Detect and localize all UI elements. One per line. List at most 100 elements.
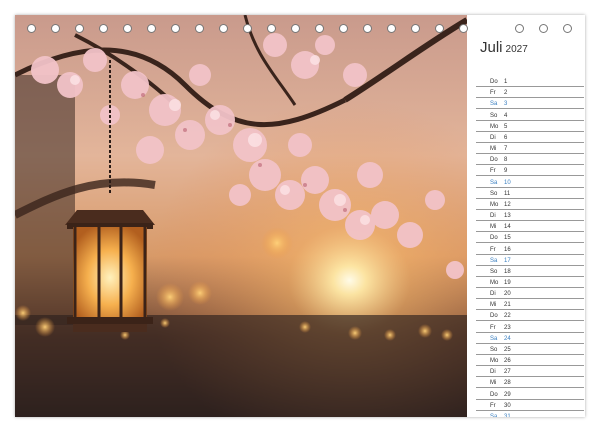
day-number: 13 xyxy=(504,213,511,220)
day-number: 17 xyxy=(504,257,511,264)
weekday-label: So xyxy=(490,190,498,197)
day-number: 6 xyxy=(504,134,508,141)
binding-ring xyxy=(99,24,108,33)
month-name: Juli xyxy=(480,39,503,56)
day-number: 23 xyxy=(504,324,511,331)
day-row: Mo 12 xyxy=(476,199,584,210)
binding-ring xyxy=(411,24,420,33)
day-row: So 25 xyxy=(476,344,584,355)
day-number: 10 xyxy=(504,179,511,186)
day-number: 5 xyxy=(504,123,508,130)
weekday-label: So xyxy=(490,346,498,353)
binding-ring xyxy=(563,24,572,33)
day-row: Sa 31 xyxy=(476,411,584,417)
day-row: Sa 3 xyxy=(476,98,584,110)
day-list: Do 1 Fr 2 Sa 3 So 4 Mo 5 Di 6 Mi 7 Do 8 Fr 9 Sa 10 So 11 Mo 12 D… xyxy=(476,76,584,417)
binding-ring xyxy=(75,24,84,33)
weekday-label: Sa xyxy=(490,335,498,342)
day-row: So 4 xyxy=(476,109,584,121)
weekday-label: So xyxy=(490,112,498,119)
weekday-label: Di xyxy=(490,213,496,220)
weekday-label: Sa xyxy=(490,413,498,417)
weekday-label: Do xyxy=(490,235,498,242)
day-number: 2 xyxy=(504,90,508,97)
weekday-label: Mi xyxy=(490,224,497,231)
weekday-label: Sa xyxy=(490,179,498,186)
binding-ring xyxy=(195,24,204,33)
day-number: 24 xyxy=(504,335,511,342)
weekday-label: Mo xyxy=(490,358,499,365)
weekday-label: Di xyxy=(490,291,496,298)
day-number: 31 xyxy=(504,413,511,417)
day-number: 9 xyxy=(504,168,508,175)
day-number: 1 xyxy=(504,79,508,86)
day-row: Sa 10 xyxy=(476,176,584,188)
day-row: Fr 16 xyxy=(476,243,584,255)
weekday-label: Fr xyxy=(490,246,496,253)
binding-ring xyxy=(315,24,324,33)
binding-ring xyxy=(171,24,180,33)
day-number: 16 xyxy=(504,246,511,253)
day-number: 30 xyxy=(504,402,511,409)
binding-ring xyxy=(243,24,252,33)
binding-ring xyxy=(267,24,276,33)
day-row: Do 8 xyxy=(476,154,584,166)
day-row: So 18 xyxy=(476,266,584,277)
cherry-blossom-lantern-photo xyxy=(15,15,467,417)
day-number: 20 xyxy=(504,291,511,298)
day-number: 22 xyxy=(504,313,511,320)
weekday-label: Mo xyxy=(490,279,499,286)
weekday-label: Fr xyxy=(490,168,496,175)
day-number: 3 xyxy=(504,101,508,108)
binding-ring xyxy=(123,24,132,33)
weekday-label: Fr xyxy=(490,324,496,331)
weekday-label: Do xyxy=(490,79,498,86)
day-row: Do 15 xyxy=(476,232,584,244)
weekday-label: Sa xyxy=(490,101,498,108)
day-row: Do 1 xyxy=(476,76,584,88)
day-row: Mi 21 xyxy=(476,299,584,311)
weekday-label: Mo xyxy=(490,123,499,130)
weekday-label: Mi xyxy=(490,380,497,387)
day-row: Di 20 xyxy=(476,288,584,300)
day-row: Mi 14 xyxy=(476,221,584,233)
weekday-label: Mi xyxy=(490,146,497,153)
day-row: Do 29 xyxy=(476,388,584,400)
day-number: 8 xyxy=(504,157,508,164)
day-number: 25 xyxy=(504,346,511,353)
binding-ring xyxy=(363,24,372,33)
weekday-label: So xyxy=(490,268,498,275)
day-row: Sa 17 xyxy=(476,255,584,266)
day-row: Mi 28 xyxy=(476,377,584,389)
binding-ring xyxy=(27,24,36,33)
weekday-label: Do xyxy=(490,157,498,164)
weekday-label: Do xyxy=(490,391,498,398)
day-row: Mo 19 xyxy=(476,277,584,288)
year: 2027 xyxy=(505,44,528,55)
weekday-label: Sa xyxy=(490,257,498,264)
day-row: Mo 5 xyxy=(476,121,584,132)
day-row: Di 27 xyxy=(476,366,584,378)
binding-ring xyxy=(435,24,444,33)
day-row: Fr 2 xyxy=(476,87,584,99)
day-number: 28 xyxy=(504,380,511,387)
day-row: Sa 24 xyxy=(476,333,584,344)
day-row: Di 13 xyxy=(476,210,584,222)
day-number: 21 xyxy=(504,302,511,309)
day-number: 27 xyxy=(504,369,511,376)
binding-ring xyxy=(219,24,228,33)
day-row: Do 22 xyxy=(476,310,584,322)
weekday-label: Fr xyxy=(490,402,496,409)
day-row: Fr 23 xyxy=(476,321,584,333)
day-number: 29 xyxy=(504,391,511,398)
weekday-label: Fr xyxy=(490,90,496,97)
binding-ring xyxy=(387,24,396,33)
day-row: Di 6 xyxy=(476,132,584,143)
day-number: 15 xyxy=(504,235,511,242)
day-number: 12 xyxy=(504,201,511,208)
calendar-page: Juli 2027 Do 1 Fr 2 Sa 3 So 4 Mo 5 Di 6 Mi 7 Do 8 Fr 9 Sa 10… xyxy=(15,15,585,417)
day-number: 18 xyxy=(504,268,511,275)
binding-ring xyxy=(147,24,156,33)
day-number: 14 xyxy=(504,224,511,231)
spiral-binding xyxy=(15,19,585,39)
